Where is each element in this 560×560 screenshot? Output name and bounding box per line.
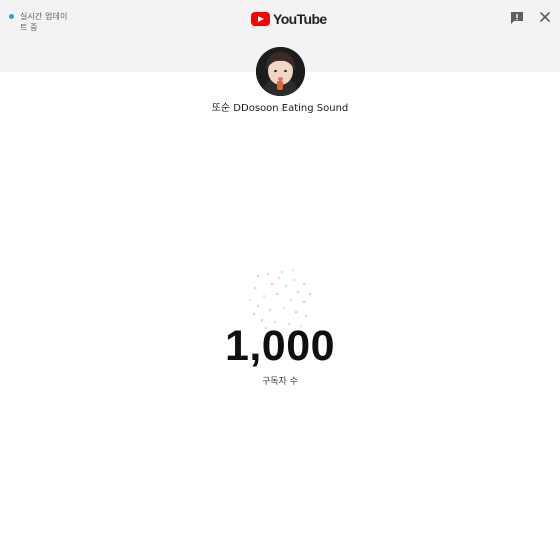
confetti-piece xyxy=(257,305,260,308)
feedback-icon xyxy=(511,12,523,24)
confetti-piece xyxy=(271,283,274,286)
live-indicator-dot xyxy=(9,14,14,19)
confetti-piece xyxy=(292,269,295,272)
confetti-piece xyxy=(276,293,279,296)
youtube-wordmark: YouTube xyxy=(273,11,327,27)
live-update-text: 실시간 업데이트 중 xyxy=(20,12,68,32)
live-update-status: 실시간 업데이트 중 xyxy=(9,11,68,33)
confetti-piece xyxy=(283,307,286,310)
confetti-piece xyxy=(257,275,260,278)
close-icon xyxy=(540,12,550,22)
confetti-piece xyxy=(254,287,257,290)
feedback-button[interactable] xyxy=(509,10,525,26)
confetti-piece xyxy=(293,279,296,282)
confetti-piece xyxy=(295,311,298,314)
confetti-piece xyxy=(253,313,256,316)
avatar-image xyxy=(256,47,305,96)
close-button[interactable] xyxy=(537,9,553,25)
confetti-piece xyxy=(269,309,272,312)
confetti-piece xyxy=(263,295,266,298)
confetti-piece xyxy=(305,315,308,318)
confetti-piece xyxy=(278,277,281,280)
confetti-piece xyxy=(285,285,288,288)
confetti-piece xyxy=(281,271,284,274)
confetti-piece xyxy=(303,283,306,286)
youtube-logo[interactable]: YouTube xyxy=(251,11,327,27)
channel-name[interactable]: 또순 DDosoon Eating Sound xyxy=(0,102,560,116)
subscriber-counter-page: 실시간 업데이트 중 YouTube 또순 DDosoon Eating Sou… xyxy=(0,0,560,560)
confetti-piece xyxy=(303,301,306,304)
confetti-piece xyxy=(297,291,300,294)
confetti-piece xyxy=(267,273,270,276)
subscriber-count: 1,000 xyxy=(224,322,336,370)
channel-avatar[interactable] xyxy=(256,47,305,96)
confetti-piece xyxy=(249,299,252,302)
confetti-piece xyxy=(290,299,293,302)
subscriber-count-label: 구독자 수 xyxy=(262,377,298,387)
confetti-piece xyxy=(309,293,312,296)
youtube-play-icon xyxy=(251,12,270,26)
